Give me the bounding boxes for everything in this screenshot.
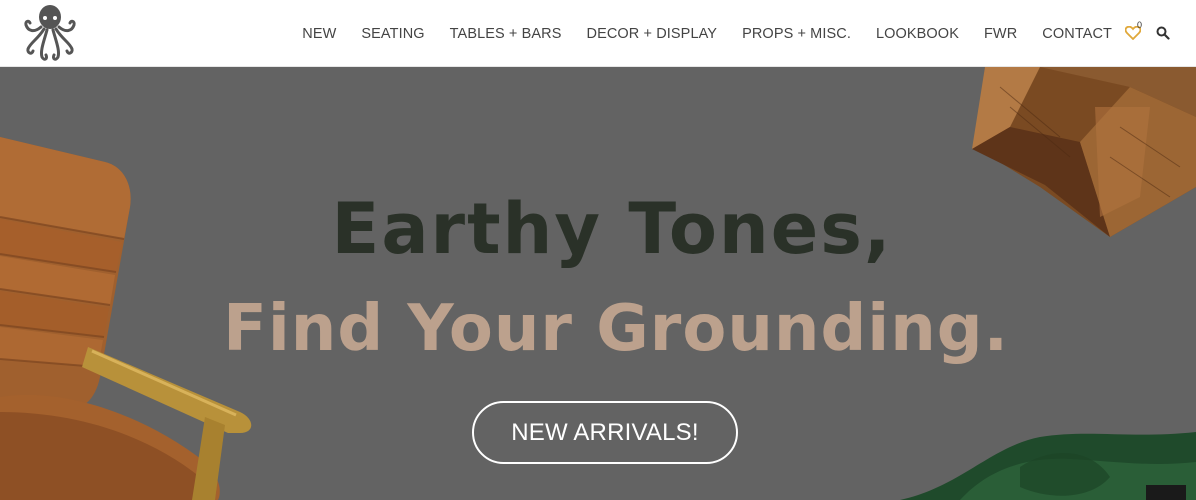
- nav-item-props-misc[interactable]: PROPS + MISC.: [742, 26, 851, 42]
- search-icon[interactable]: [1156, 26, 1170, 40]
- hero-headline-line2: Find Your Grounding.: [223, 292, 1009, 366]
- nav-item-decor-display[interactable]: DECOR + DISPLAY: [587, 26, 718, 42]
- hero-headline-line1: Earthy Tones,: [331, 188, 893, 270]
- main-nav: NEW SEATING TABLES + BARS DECOR + DISPLA…: [302, 0, 1112, 67]
- nav-item-seating[interactable]: SEATING: [361, 26, 424, 42]
- site-header: NEW SEATING TABLES + BARS DECOR + DISPLA…: [0, 0, 1196, 67]
- nav-item-tables-bars[interactable]: TABLES + BARS: [450, 26, 562, 42]
- nav-item-new[interactable]: NEW: [302, 26, 336, 42]
- new-arrivals-button[interactable]: NEW ARRIVALS!: [472, 401, 738, 464]
- nav-item-contact[interactable]: CONTACT: [1042, 26, 1112, 42]
- wishlist-count-badge: 0: [1137, 20, 1143, 30]
- hero-banner: Earthy Tones, Find Your Grounding. NEW A…: [0, 67, 1196, 500]
- nav-item-lookbook[interactable]: LOOKBOOK: [876, 26, 959, 42]
- octopus-logo-icon[interactable]: [22, 3, 78, 63]
- scroll-top-button[interactable]: [1146, 485, 1186, 500]
- nav-item-fwr[interactable]: FWR: [984, 26, 1017, 42]
- wishlist-button[interactable]: 0: [1124, 20, 1146, 44]
